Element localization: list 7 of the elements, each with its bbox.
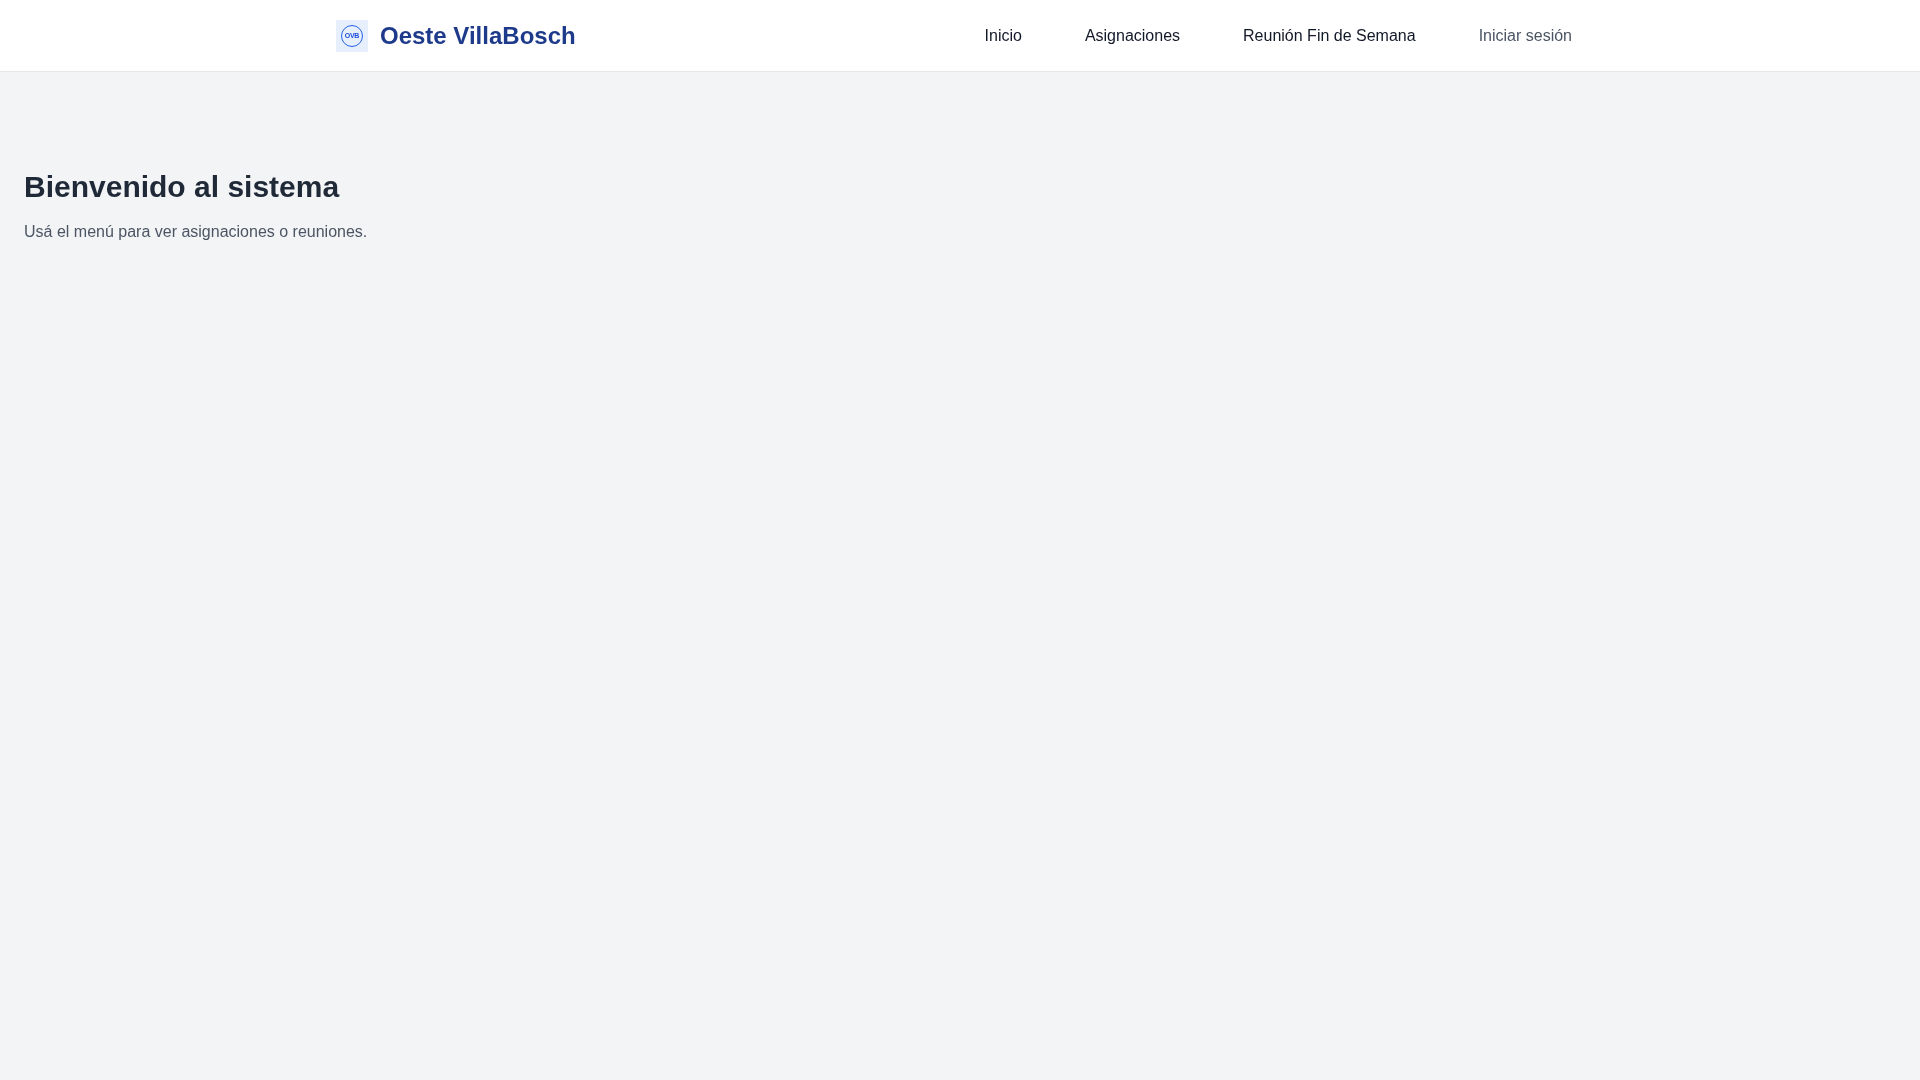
page-title: Bienvenido al sistema bbox=[24, 169, 341, 205]
brand-link[interactable]: Oeste VillaBosch bbox=[380, 21, 576, 50]
page-subtitle: Usá el menú para ver asignaciones o reuniones. bbox=[24, 222, 369, 242]
login-link[interactable]: Iniciar sesión bbox=[1466, 18, 1584, 53]
nav-link[interactable]: Reunión Fin de Semana bbox=[1231, 18, 1428, 53]
nav-link[interactable]: Inicio bbox=[972, 18, 1034, 53]
nav-link[interactable]: Asignaciones bbox=[1072, 18, 1193, 53]
